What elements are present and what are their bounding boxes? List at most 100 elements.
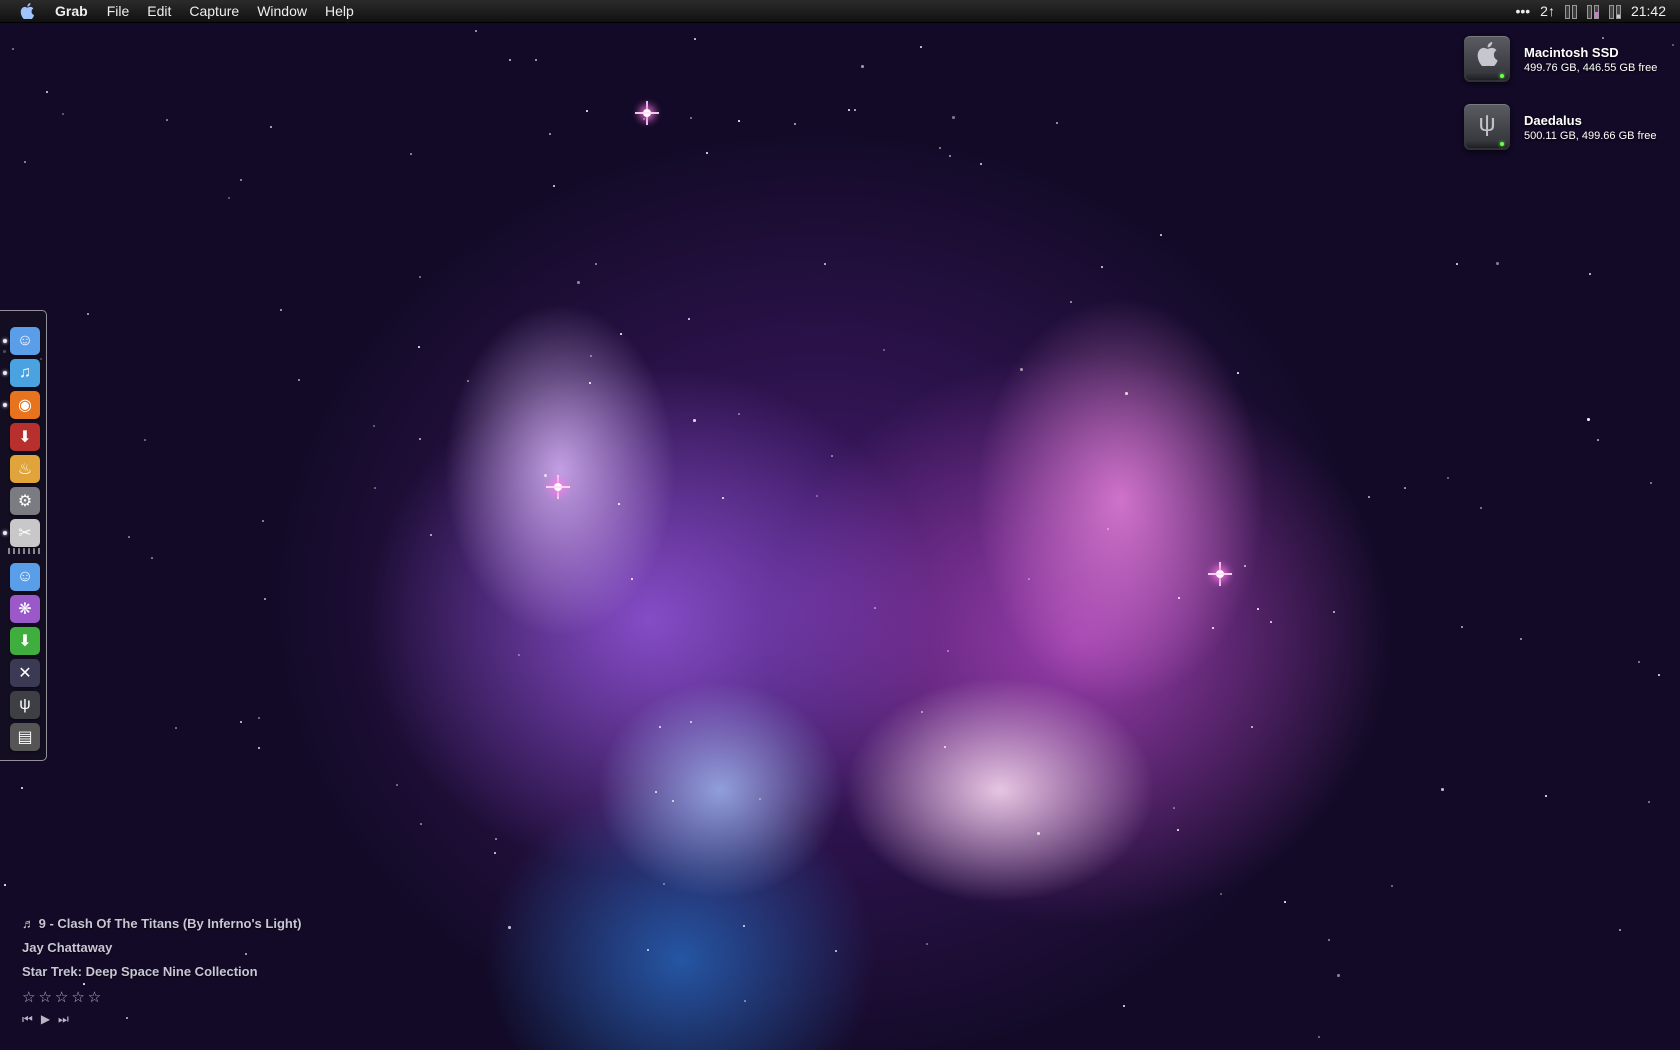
star	[738, 413, 740, 415]
star	[4, 884, 6, 886]
star	[298, 379, 300, 381]
trash-icon[interactable]: ▤	[10, 723, 40, 751]
memory-meter-icon[interactable]	[1586, 3, 1599, 19]
star	[258, 747, 260, 749]
star	[1125, 392, 1128, 395]
flame-app-icon[interactable]: ♨	[10, 455, 40, 483]
star	[663, 883, 665, 885]
star	[1480, 507, 1482, 509]
next-track-icon[interactable]: ⏭	[58, 1012, 69, 1027]
star	[586, 110, 588, 112]
star	[1391, 885, 1393, 887]
star	[883, 349, 885, 351]
menu-app-name[interactable]: Grab	[55, 3, 88, 19]
star	[1037, 832, 1040, 835]
now-playing-track: ♬ 9 - Clash Of The Titans (By Inferno's …	[22, 916, 302, 931]
x11-icon[interactable]: ✕	[10, 659, 40, 687]
star	[245, 953, 247, 955]
now-playing-artist: Jay Chattaway	[22, 940, 113, 955]
drive-status-led	[1500, 74, 1504, 78]
bright-star	[546, 475, 570, 499]
star	[1220, 893, 1222, 895]
star	[83, 983, 85, 985]
star	[418, 346, 420, 348]
star	[848, 109, 850, 111]
star	[175, 727, 177, 729]
star	[1658, 674, 1660, 676]
star	[1619, 929, 1621, 931]
running-indicator	[3, 339, 7, 343]
system-preferences-icon[interactable]: ⚙	[10, 487, 40, 515]
bright-star	[1208, 562, 1232, 586]
drive-macintosh-ssd[interactable]: Macintosh SSD 499.76 GB, 446.55 GB free	[1464, 36, 1657, 82]
desktop-picture-icon[interactable]: ❋	[10, 595, 40, 623]
menu-file[interactable]: File	[107, 3, 130, 19]
star	[921, 711, 923, 713]
disk-meter-icon[interactable]	[1608, 3, 1621, 19]
star	[1020, 368, 1023, 371]
finder-stack-icon[interactable]: ☺	[10, 563, 40, 591]
star	[518, 654, 520, 656]
more-extras-icon[interactable]: •••	[1515, 3, 1530, 19]
star	[595, 263, 597, 265]
star	[722, 497, 724, 499]
star	[577, 281, 580, 284]
finder-icon[interactable]: ☺	[10, 327, 40, 355]
star	[1123, 1005, 1125, 1007]
menu-edit[interactable]: Edit	[147, 3, 171, 19]
star	[264, 598, 266, 600]
firefox-icon[interactable]: ◉	[10, 391, 40, 419]
star	[46, 91, 48, 93]
star	[1447, 477, 1449, 479]
grab-icon[interactable]: ✂	[10, 519, 40, 547]
star	[373, 425, 375, 427]
star	[24, 161, 26, 163]
star	[87, 313, 89, 315]
star	[759, 798, 761, 800]
drive-daedalus[interactable]: ψ Daedalus 500.11 GB, 499.66 GB free	[1464, 104, 1657, 150]
star	[1107, 528, 1109, 530]
star	[659, 726, 661, 728]
itunes-icon[interactable]: ♫	[10, 359, 40, 387]
star	[647, 949, 649, 951]
previous-track-icon[interactable]: ⏮	[22, 1012, 33, 1027]
star	[62, 113, 64, 115]
star	[1101, 266, 1103, 268]
star	[553, 185, 555, 187]
drive-name: Macintosh SSD	[1524, 44, 1619, 60]
star	[620, 333, 622, 335]
downloads-icon[interactable]: ⬇	[10, 627, 40, 655]
network-activity-indicator[interactable]: 2↑	[1540, 3, 1555, 19]
rating-stars[interactable]: ☆☆☆☆☆	[22, 988, 104, 1006]
star	[1212, 627, 1214, 629]
star	[396, 784, 398, 786]
play-icon[interactable]: ▶	[41, 1012, 50, 1027]
apple-menu-icon[interactable]	[19, 3, 35, 19]
star	[1070, 301, 1072, 303]
star	[1328, 939, 1330, 941]
menu-clock[interactable]: 21:42	[1631, 3, 1666, 19]
star	[12, 48, 14, 50]
menu-window[interactable]: Window	[257, 3, 307, 19]
usb-drive-icon[interactable]: ψ	[10, 691, 40, 719]
menu-help[interactable]: Help	[325, 3, 354, 19]
star	[494, 852, 496, 854]
menu-bar: Grab File Edit Capture Window Help ••• 2…	[0, 0, 1680, 23]
drive-capacity: 500.11 GB, 499.66 GB free	[1524, 129, 1657, 142]
running-indicator	[3, 371, 7, 375]
star	[1589, 273, 1591, 275]
star	[1441, 788, 1444, 791]
cpu-meter-icon[interactable]	[1564, 3, 1577, 19]
now-playing-album: Star Trek: Deep Space Nine Collection	[22, 964, 258, 979]
star	[1160, 234, 1162, 236]
star	[831, 455, 833, 457]
bright-star	[635, 101, 659, 125]
star	[743, 925, 745, 927]
star	[944, 746, 946, 748]
star	[590, 355, 592, 357]
menu-capture[interactable]: Capture	[189, 3, 239, 19]
external-drive-icon: ψ	[1464, 104, 1510, 150]
star	[1461, 626, 1463, 628]
star	[1650, 482, 1652, 484]
download-utility-icon[interactable]: ⬇	[10, 423, 40, 451]
